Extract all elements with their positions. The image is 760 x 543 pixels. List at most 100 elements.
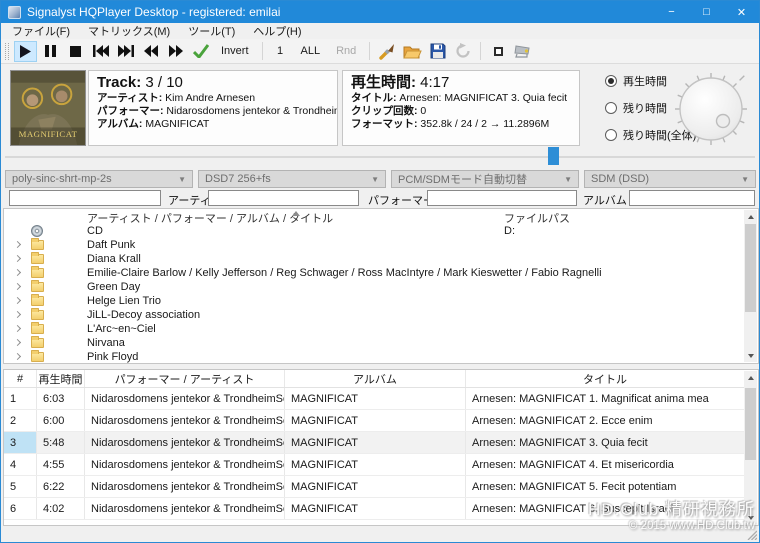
next-track-button[interactable] <box>114 41 137 62</box>
sort-ascending-icon <box>292 211 300 216</box>
mini-mode-button[interactable] <box>487 41 510 62</box>
playlist-row[interactable]: 2 6:00 Nidarosdomens jentekor & Trondhei… <box>4 410 744 432</box>
chevron-right-icon[interactable] <box>13 324 22 333</box>
row-title: Arnesen: MAGNIFICAT 5. Fecit potentiam <box>472 480 677 493</box>
tree-item-cd[interactable]: CD D: <box>4 224 758 238</box>
refresh-library-button[interactable] <box>451 41 474 62</box>
tree-item-artist[interactable]: Helge Lien Trio <box>4 294 758 308</box>
search-input[interactable] <box>9 190 161 206</box>
invert-button[interactable]: Invert <box>214 41 256 62</box>
mode-dropdown[interactable]: PCM/SDMモード自動切替 ▼ <box>391 170 579 188</box>
titlebar[interactable]: Signalyst HQPlayer Desktop - registered:… <box>1 1 759 23</box>
album-filter-input[interactable] <box>629 190 755 206</box>
chevron-right-icon[interactable] <box>13 282 22 291</box>
tree-item-artist[interactable]: Emilie-Claire Barlow / Kelly Jefferson /… <box>4 266 758 280</box>
chevron-right-icon[interactable] <box>13 296 22 305</box>
scroll-down-icon[interactable] <box>744 511 757 524</box>
menu-tools[interactable]: ツール(T) <box>179 23 244 39</box>
col-header-performer[interactable]: パフォーマー / アーティスト <box>85 370 285 387</box>
previous-track-button[interactable] <box>89 41 112 62</box>
scroll-up-icon[interactable] <box>744 210 757 223</box>
tree-item-artist[interactable]: Nirvana <box>4 336 758 350</box>
repeat-all-button[interactable]: ALL <box>294 41 328 62</box>
output-device-icon <box>513 44 534 59</box>
confirm-button[interactable] <box>189 41 212 62</box>
chevron-right-icon[interactable] <box>13 268 22 277</box>
chevron-right-icon[interactable] <box>13 240 22 249</box>
clear-playlist-button[interactable] <box>376 41 399 62</box>
menu-matrix[interactable]: マトリックス(M) <box>79 23 179 39</box>
folder-icon <box>31 280 44 292</box>
refresh-icon <box>455 43 471 59</box>
resize-grip[interactable] <box>746 529 757 540</box>
toolbar: Invert 1 ALL Rnd <box>1 39 759 64</box>
menu-help[interactable]: ヘルプ(H) <box>244 23 310 39</box>
repeat-one-button[interactable]: 1 <box>269 41 292 62</box>
tree-item-artist[interactable]: Green Day <box>4 280 758 294</box>
seek-handle[interactable] <box>548 147 559 165</box>
repeat-all-label: ALL <box>300 45 321 57</box>
tree-item-artist[interactable]: L'Arc~en~Ciel <box>4 322 758 336</box>
playlist-row[interactable]: 1 6:03 Nidarosdomens jentekor & Trondhei… <box>4 388 744 410</box>
playlist-row-selected[interactable]: 3 5:48 Nidarosdomens jentekor & Trondhei… <box>4 432 744 454</box>
col-header-time[interactable]: 再生時間 <box>37 370 85 387</box>
play-button[interactable] <box>14 40 37 62</box>
maximize-button[interactable]: □ <box>689 1 724 23</box>
tree-item-artist[interactable]: Diana Krall <box>4 252 758 266</box>
chevron-right-icon[interactable] <box>13 254 22 263</box>
scroll-up-icon[interactable] <box>744 371 757 384</box>
row-title: Arnesen: MAGNIFICAT 1. Magnificat anima … <box>472 392 709 405</box>
row-performer: Nidarosdomens jentekor & TrondheimSolist… <box>85 388 285 409</box>
open-folder-button[interactable] <box>401 41 424 62</box>
playlist-scroll-thumb[interactable] <box>745 388 756 460</box>
tree-item-label: Emilie-Claire Barlow / Kelly Jefferson /… <box>87 267 602 279</box>
library-tree-header[interactable]: アーティスト / パフォーマー / アルバム / タイトル ファイルパス <box>4 209 758 225</box>
performer-filter-label: パフォーマー <box>368 195 434 207</box>
menu-file[interactable]: ファイル(F) <box>3 23 79 39</box>
playlist-scrollbar[interactable] <box>744 371 757 524</box>
random-button[interactable]: Rnd <box>329 41 363 62</box>
filter-dropdown[interactable]: poly-sinc-shrt-mp-2s ▼ <box>5 170 193 188</box>
col-header-album[interactable]: アルバム <box>285 370 466 387</box>
tree-scroll-thumb[interactable] <box>745 224 756 312</box>
volume-knob[interactable] <box>673 71 749 147</box>
playlist-row[interactable]: 6 4:02 Nidarosdomens jentekor & Trondhei… <box>4 498 744 520</box>
performer-filter-input[interactable] <box>427 190 577 206</box>
artist-filter-input[interactable] <box>208 190 359 206</box>
clip-label: クリップ回数: <box>351 105 418 117</box>
knob-indicator-dot <box>715 113 731 129</box>
toolbar-grip[interactable] <box>5 42 9 60</box>
seek-bar[interactable] <box>5 156 755 158</box>
chevron-down-icon: ▼ <box>564 174 572 184</box>
col-header-title[interactable]: タイトル <box>466 370 744 387</box>
pause-button[interactable] <box>39 41 62 62</box>
tree-item-label: Daft Punk <box>87 239 136 251</box>
chevron-right-icon[interactable] <box>13 352 22 361</box>
window-title: Signalyst HQPlayer Desktop - registered:… <box>27 5 281 19</box>
tree-item-artist[interactable]: Daft Punk <box>4 238 758 252</box>
row-album: MAGNIFICAT <box>285 410 466 431</box>
rewind-button[interactable] <box>139 41 162 62</box>
row-performer: Nidarosdomens jentekor & TrondheimSolist… <box>85 410 285 431</box>
output-mode-dropdown[interactable]: SDM (DSD) ▼ <box>584 170 756 188</box>
folder-icon <box>31 336 44 348</box>
output-device-button[interactable] <box>512 41 535 62</box>
chevron-right-icon[interactable] <box>13 310 22 319</box>
tree-item-artist[interactable]: JiLL-Decoy association <box>4 308 758 322</box>
playlist-row[interactable]: 5 6:22 Nidarosdomens jentekor & Trondhei… <box>4 476 744 498</box>
stop-button[interactable] <box>64 41 87 62</box>
modulator-dropdown[interactable]: DSD7 256+fs ▼ <box>198 170 386 188</box>
fast-forward-button[interactable] <box>164 41 187 62</box>
chevron-right-icon[interactable] <box>13 338 22 347</box>
tree-scrollbar[interactable] <box>744 210 757 362</box>
scroll-down-icon[interactable] <box>744 349 757 362</box>
playlist-row[interactable]: 4 4:55 Nidarosdomens jentekor & Trondhei… <box>4 454 744 476</box>
col-header-num[interactable]: # <box>4 370 37 387</box>
row-time: 6:00 <box>37 410 85 431</box>
close-button[interactable]: ✕ <box>724 1 759 23</box>
tree-item-artist[interactable]: Pink Floyd <box>4 350 758 363</box>
track-value: 3 / 10 <box>145 74 183 91</box>
row-time: 4:02 <box>37 498 85 519</box>
save-playlist-button[interactable] <box>426 41 449 62</box>
minimize-button[interactable]: − <box>654 1 689 23</box>
